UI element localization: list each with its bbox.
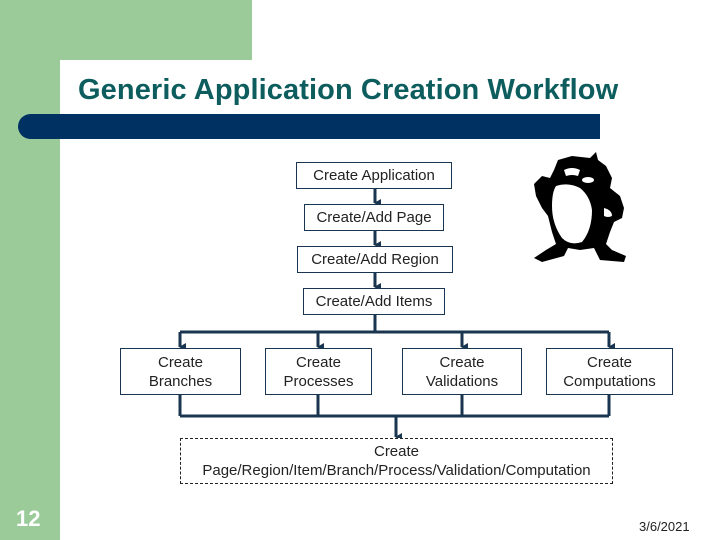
step-create-add-region: Create/Add Region (297, 246, 453, 273)
branch-line1: Create (157, 353, 204, 371)
step-label: Create/Add Region (311, 251, 439, 268)
final-line1: Create (373, 443, 420, 460)
tasmanian-devil-cartoon-icon (534, 152, 626, 262)
branch-create-computations: Create Computations (546, 348, 673, 395)
branch-line1: Create (586, 353, 633, 371)
slide-number: 12 (16, 506, 41, 531)
branch-line2: Processes (283, 372, 354, 390)
step-label: Create/Add Items (315, 293, 433, 310)
branch-create-validations: Create Validations (402, 348, 522, 395)
step-create-application: Create Application (296, 162, 452, 189)
branch-line1: Create (295, 353, 342, 371)
branch-create-branches: Create Branches (120, 348, 241, 395)
branch-line1: Create (439, 353, 485, 371)
final-create-components: Create Page/Region/Item/Branch/Process/V… (180, 438, 613, 484)
final-line2: Page/Region/Item/Branch/Process/Validati… (202, 462, 591, 479)
step-create-add-page: Create/Add Page (304, 204, 444, 231)
branch-line2: Branches (148, 372, 213, 390)
step-label: Create Application (313, 167, 435, 184)
branch-line2: Computations (563, 372, 656, 390)
step-label: Create/Add Page (316, 209, 432, 226)
branch-create-processes: Create Processes (265, 348, 372, 395)
slide-date: 3/6/2021 (639, 519, 690, 534)
step-create-add-items: Create/Add Items (303, 288, 445, 315)
branch-line2: Validations (425, 372, 499, 390)
